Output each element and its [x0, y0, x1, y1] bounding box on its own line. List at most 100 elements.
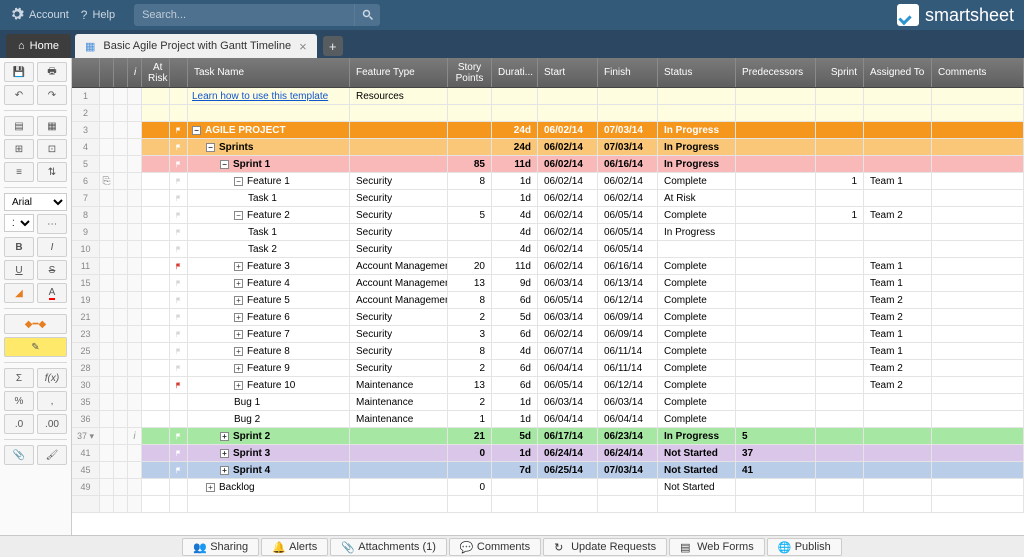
- task-cell[interactable]: −AGILE PROJECT: [188, 122, 350, 138]
- expand-toggle[interactable]: +: [234, 313, 243, 322]
- task-cell[interactable]: +Feature 4: [188, 275, 350, 291]
- pred-cell[interactable]: [736, 139, 816, 155]
- decimal-inc-icon[interactable]: .00: [37, 414, 67, 434]
- brush-icon[interactable]: 🖌: [37, 445, 67, 465]
- row-number[interactable]: 7: [72, 190, 100, 206]
- finish-cell[interactable]: 06/04/14: [598, 411, 658, 427]
- assigned-cell[interactable]: [864, 462, 932, 478]
- duration-cell[interactable]: [492, 496, 538, 512]
- sprint-cell[interactable]: [816, 377, 864, 393]
- search-button[interactable]: [354, 4, 380, 26]
- story-cell[interactable]: 3: [448, 326, 492, 342]
- start-cell[interactable]: 06/17/14: [538, 428, 598, 444]
- assigned-cell[interactable]: [864, 411, 932, 427]
- info-cell[interactable]: [128, 292, 142, 308]
- sprint-cell[interactable]: [816, 462, 864, 478]
- at-risk-cell[interactable]: [142, 224, 170, 240]
- flag-cell[interactable]: [170, 496, 188, 512]
- pred-cell[interactable]: [736, 258, 816, 274]
- start-cell[interactable]: 06/24/14: [538, 445, 598, 461]
- attach-cell[interactable]: [100, 445, 114, 461]
- start-cell[interactable]: 06/05/14: [538, 377, 598, 393]
- comment-cell[interactable]: [114, 190, 128, 206]
- assigned-cell[interactable]: [864, 428, 932, 444]
- help-link[interactable]: Help: [92, 9, 115, 21]
- start-cell[interactable]: 06/02/14: [538, 173, 598, 189]
- expand-toggle[interactable]: +: [234, 262, 243, 271]
- sprint-cell[interactable]: [816, 275, 864, 291]
- feature-cell[interactable]: Maintenance: [350, 411, 448, 427]
- sprint-cell[interactable]: [816, 496, 864, 512]
- info-cell[interactable]: [128, 309, 142, 325]
- status-cell[interactable]: In Progress: [658, 224, 736, 240]
- duration-cell[interactable]: 24d: [492, 139, 538, 155]
- add-tab-button[interactable]: +: [323, 36, 343, 56]
- at-risk-cell[interactable]: [142, 309, 170, 325]
- comment-cell[interactable]: [114, 496, 128, 512]
- info-cell[interactable]: [128, 377, 142, 393]
- feature-cell[interactable]: [350, 428, 448, 444]
- status-cell[interactable]: Complete: [658, 343, 736, 359]
- comment-cell[interactable]: [114, 394, 128, 410]
- feature-cell[interactable]: [350, 156, 448, 172]
- pred-cell[interactable]: [736, 241, 816, 257]
- status-cell[interactable]: [658, 241, 736, 257]
- font-size-select[interactable]: 10: [4, 214, 34, 232]
- row-number[interactable]: 30: [72, 377, 100, 393]
- attach-cell[interactable]: [100, 428, 114, 444]
- pred-cell[interactable]: [736, 360, 816, 376]
- flag-cell[interactable]: [170, 88, 188, 104]
- info-cell[interactable]: [128, 241, 142, 257]
- feature-cell[interactable]: [350, 139, 448, 155]
- status-cell[interactable]: In Progress: [658, 156, 736, 172]
- start-cell[interactable]: [538, 496, 598, 512]
- web-forms-button[interactable]: ▤Web Forms: [669, 538, 765, 556]
- info-cell[interactable]: [128, 360, 142, 376]
- at-risk-cell[interactable]: [142, 292, 170, 308]
- task-cell[interactable]: Task 1: [188, 224, 350, 240]
- flag-cell[interactable]: [170, 122, 188, 138]
- comment-col-header[interactable]: [114, 58, 128, 87]
- task-cell[interactable]: Task 2: [188, 241, 350, 257]
- row-number[interactable]: [72, 496, 100, 512]
- comment-cell[interactable]: [114, 173, 128, 189]
- task-cell[interactable]: +Feature 5: [188, 292, 350, 308]
- finish-cell[interactable]: 06/13/14: [598, 275, 658, 291]
- feature-cell[interactable]: Maintenance: [350, 394, 448, 410]
- status-cell[interactable]: Complete: [658, 360, 736, 376]
- flag-cell[interactable]: [170, 343, 188, 359]
- table-row[interactable]: 3−AGILE PROJECT24d06/02/1407/03/14In Pro…: [72, 122, 1024, 139]
- sprint-cell[interactable]: [816, 479, 864, 495]
- row-number[interactable]: 35: [72, 394, 100, 410]
- at-risk-cell[interactable]: [142, 139, 170, 155]
- status-cell[interactable]: [658, 496, 736, 512]
- info-cell[interactable]: [128, 275, 142, 291]
- flag-cell[interactable]: [170, 445, 188, 461]
- row-number[interactable]: 45: [72, 462, 100, 478]
- at-risk-cell[interactable]: [142, 394, 170, 410]
- flag-cell[interactable]: [170, 258, 188, 274]
- table-row[interactable]: 19+Feature 5Account Managemen86d06/05/14…: [72, 292, 1024, 309]
- table-row[interactable]: 10Task 2Security4d06/02/1406/05/14: [72, 241, 1024, 258]
- comment-cell[interactable]: [114, 343, 128, 359]
- account-link[interactable]: Account: [29, 9, 69, 21]
- sprint-cell[interactable]: [816, 411, 864, 427]
- flag-cell[interactable]: [170, 411, 188, 427]
- finish-cell[interactable]: 06/05/14: [598, 241, 658, 257]
- table-row[interactable]: 15+Feature 4Account Managemen139d06/03/1…: [72, 275, 1024, 292]
- attach-cell[interactable]: [100, 411, 114, 427]
- at-risk-cell[interactable]: [142, 156, 170, 172]
- table-row[interactable]: 25+Feature 8Security84d06/07/1406/11/14C…: [72, 343, 1024, 360]
- at-risk-cell[interactable]: [142, 190, 170, 206]
- start-cell[interactable]: 06/07/14: [538, 343, 598, 359]
- row-number[interactable]: 37 ▾: [72, 428, 100, 444]
- row-number[interactable]: 8: [72, 207, 100, 223]
- story-cell[interactable]: 8: [448, 173, 492, 189]
- at-risk-cell[interactable]: [142, 496, 170, 512]
- task-cell[interactable]: +Feature 6: [188, 309, 350, 325]
- flag-cell[interactable]: [170, 428, 188, 444]
- info-cell[interactable]: [128, 496, 142, 512]
- assigned-cell[interactable]: [864, 445, 932, 461]
- info-cell[interactable]: [128, 445, 142, 461]
- info-cell[interactable]: [128, 326, 142, 342]
